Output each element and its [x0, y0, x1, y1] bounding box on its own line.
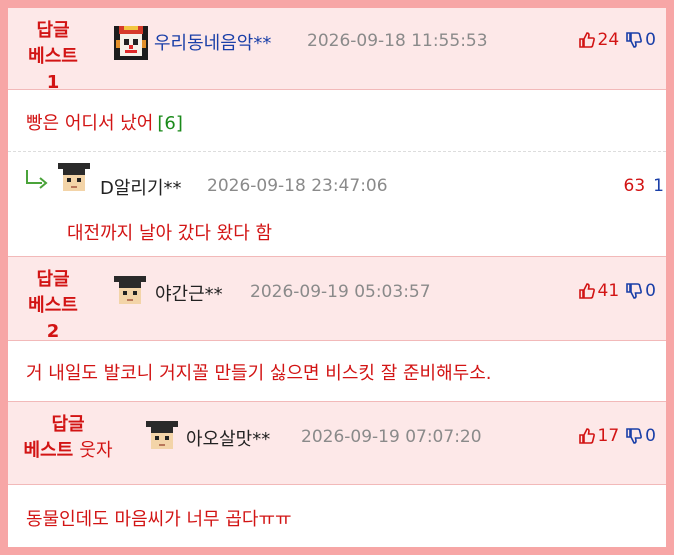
vote-box: 63 1	[622, 176, 664, 196]
reply-count[interactable]: [6]	[157, 113, 183, 134]
thumbs-down-icon[interactable]	[625, 31, 643, 49]
thumbs-up-icon[interactable]	[578, 427, 596, 445]
like-count: 17	[597, 426, 620, 446]
like-count: 41	[597, 281, 620, 301]
dislike-count[interactable]: 1	[653, 176, 664, 196]
divider	[8, 340, 666, 341]
dislike-count: 0	[645, 426, 656, 446]
timestamp: 2026-09-19 07:07:20	[301, 427, 482, 447]
thumbs-up-icon[interactable]	[578, 282, 596, 300]
student-avatar-icon[interactable]	[57, 161, 91, 195]
best-rank: 베스트2	[28, 295, 78, 342]
vote-box: 17 0	[578, 426, 656, 446]
divider	[8, 151, 666, 152]
best-category: 웃자	[79, 440, 113, 461]
comment-text: 빵은 어디서 났어 [6]	[26, 109, 183, 135]
comment-list: 답글 베스트1 우리동네음악** 2026-09-18 11:55:53 24	[8, 8, 666, 547]
comment-text: 대전까지 날아 갔다 왔다 함	[67, 223, 273, 244]
best-badge: 답글 베스트2	[22, 267, 84, 345]
timestamp: 2026-09-18 23:47:06	[207, 176, 388, 196]
student-avatar-icon[interactable]	[145, 419, 179, 453]
comment-panel-frame: 답글 베스트1 우리동네음악** 2026-09-18 11:55:53 24	[0, 0, 674, 555]
divider	[8, 484, 666, 485]
vote-box: 24 0	[578, 30, 656, 50]
nickname[interactable]: 아오살맛**	[186, 425, 270, 451]
nickname[interactable]: 야간근**	[155, 280, 223, 306]
timestamp: 2026-09-19 05:03:57	[250, 282, 431, 302]
like-count[interactable]: 63	[624, 176, 646, 196]
thumbs-down-icon[interactable]	[625, 282, 643, 300]
dislike-count: 0	[645, 281, 656, 301]
thumbs-up-icon[interactable]	[578, 31, 596, 49]
timestamp: 2026-09-18 11:55:53	[307, 31, 488, 51]
best-label: 답글	[51, 414, 85, 435]
comment-text: 동물인데도 마음씨가 너무 곱다ㅠㅠ	[26, 509, 292, 530]
dislike-count: 0	[645, 30, 656, 50]
comment-text: 거 내일도 발코니 거지꼴 만들기 싫으면 비스킷 잘 준비해두소.	[26, 363, 492, 384]
best-label: 답글	[36, 20, 70, 41]
divider	[8, 89, 666, 90]
nickname[interactable]: 우리동네음악**	[154, 29, 271, 55]
best-badge: 답글 베스트1	[22, 18, 84, 96]
best-label: 답글	[36, 269, 70, 290]
best-badge: 답글 베스트 웃자	[22, 412, 114, 464]
vote-box: 41 0	[578, 281, 656, 301]
comment-body: 빵은 어디서 났어	[26, 113, 154, 134]
like-count: 24	[597, 30, 620, 50]
student-avatar-icon[interactable]	[113, 274, 147, 308]
clown-avatar-icon[interactable]	[114, 26, 148, 60]
thumbs-down-icon[interactable]	[625, 427, 643, 445]
nickname[interactable]: D알리기**	[100, 174, 182, 200]
best-rank: 베스트	[23, 440, 74, 461]
reply-arrow-icon	[26, 170, 48, 189]
